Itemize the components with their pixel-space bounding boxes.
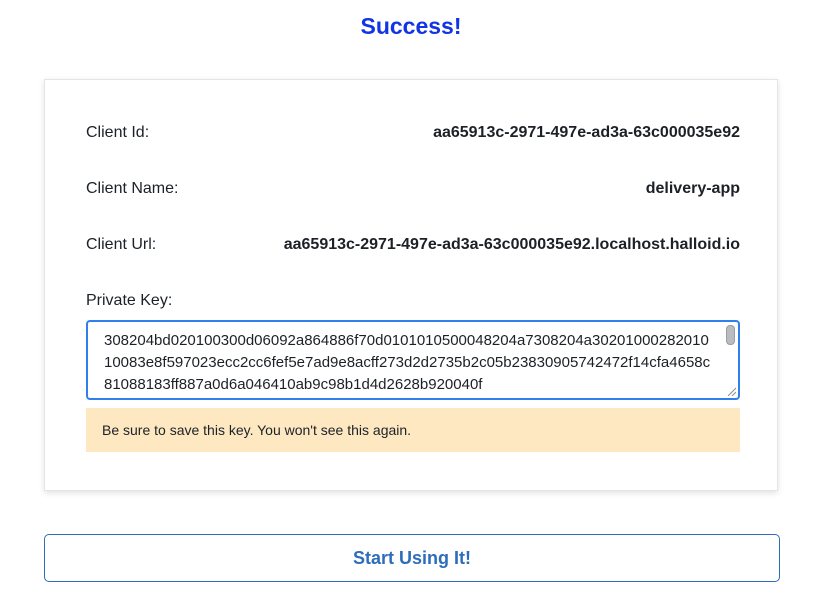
private-key-textarea[interactable]: 308204bd020100300d06092a864886f70d010101… <box>86 320 740 400</box>
client-url-label: Client Url: <box>86 236 157 253</box>
client-url-row: Client Url: aa65913c-2971-497e-ad3a-63c0… <box>86 233 740 257</box>
textarea-scrollbar[interactable] <box>726 325 735 345</box>
page-title: Success! <box>360 13 462 39</box>
private-key-value[interactable]: 308204bd020100300d06092a864886f70d010101… <box>104 330 714 396</box>
client-name-row: Client Name: delivery-app <box>86 177 740 201</box>
start-using-button[interactable]: Start Using It! <box>44 534 780 582</box>
private-key-label: Private Key: <box>86 292 173 309</box>
client-id-value: aa65913c-2971-497e-ad3a-63c000035e92 <box>433 124 740 141</box>
client-id-row: Client Id: aa65913c-2971-497e-ad3a-63c00… <box>86 121 740 145</box>
resize-handle-icon[interactable] <box>726 386 736 396</box>
success-page: Success! Client Id: aa65913c-2971-497e-a… <box>0 0 822 608</box>
client-url-value: aa65913c-2971-497e-ad3a-63c000035e92.loc… <box>283 236 740 253</box>
client-name-value: delivery-app <box>645 180 740 197</box>
client-details-card: Client Id: aa65913c-2971-497e-ad3a-63c00… <box>44 79 778 491</box>
save-key-warning: Be sure to save this key. You won't see … <box>86 408 740 452</box>
save-key-warning-text: Be sure to save this key. You won't see … <box>102 422 412 438</box>
client-id-label: Client Id: <box>86 124 150 141</box>
client-name-label: Client Name: <box>86 180 179 197</box>
